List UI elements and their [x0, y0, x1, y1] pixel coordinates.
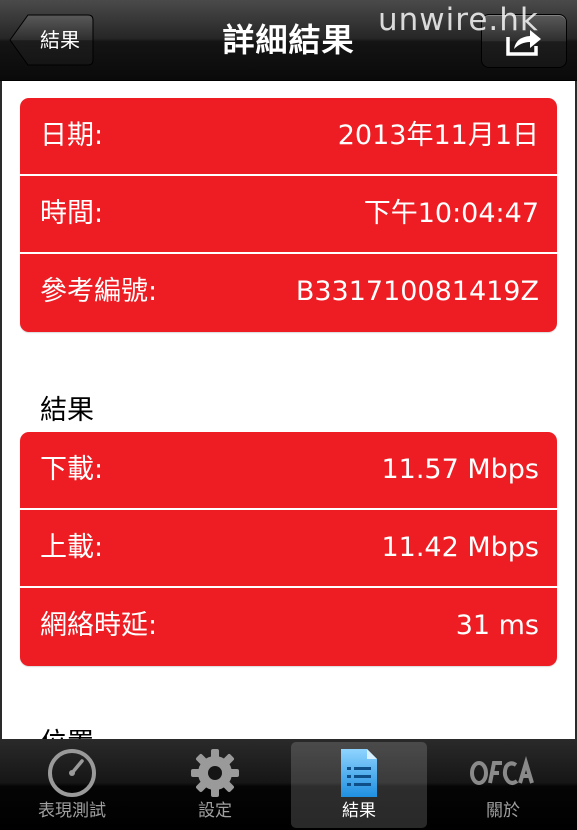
tab-label: 關於 — [486, 801, 520, 821]
date-row: 日期: 2013年11月1日 — [20, 98, 557, 176]
navigation-bar: 結果 詳細結果 unwire.hk — [0, 0, 577, 81]
results-group: 下載: 11.57 Mbps 上載: 11.42 Mbps 網絡時延: 31 m… — [20, 432, 557, 666]
tab-performance-test[interactable]: 表現測試 — [4, 739, 140, 830]
results-section-header: 結果 — [40, 395, 94, 426]
latency-value: 31 ms — [455, 610, 539, 641]
document-list-icon — [341, 749, 377, 797]
reference-label: 參考編號: — [40, 276, 158, 307]
date-label: 日期: — [40, 120, 104, 151]
time-row: 時間: 下午10:04:47 — [20, 176, 557, 254]
latency-row: 網絡時延: 31 ms — [20, 588, 557, 666]
upload-label: 上載: — [40, 532, 104, 563]
tab-label: 設定 — [198, 801, 232, 821]
location-section-header: 位置 — [40, 721, 94, 739]
upload-row: 上載: 11.42 Mbps — [20, 510, 557, 588]
time-label: 時間: — [40, 198, 104, 229]
gear-icon — [191, 749, 239, 797]
tab-results[interactable]: 結果 — [291, 739, 427, 830]
tab-label: 結果 — [342, 801, 376, 821]
content-area[interactable]: 日期: 2013年11月1日 時間: 下午10:04:47 參考編號: B331… — [0, 81, 577, 739]
tab-bar: 表現測試 設定 結果 關於 — [0, 739, 577, 830]
upload-value: 11.42 Mbps — [381, 532, 539, 563]
download-row: 下載: 11.57 Mbps — [20, 432, 557, 510]
watermark: unwire.hk — [378, 2, 539, 38]
reference-row: 參考編號: B331710081419Z — [20, 254, 557, 332]
ofca-logo-icon — [470, 756, 534, 785]
tab-label: 表現測試 — [38, 801, 106, 821]
info-group: 日期: 2013年11月1日 時間: 下午10:04:47 參考編號: B331… — [20, 98, 557, 332]
tab-about[interactable]: 關於 — [435, 739, 571, 830]
time-value: 下午10:04:47 — [363, 198, 539, 229]
speedometer-icon — [48, 749, 96, 797]
date-value: 2013年11月1日 — [337, 120, 539, 151]
download-label: 下載: — [40, 454, 104, 485]
reference-value: B331710081419Z — [295, 276, 539, 307]
download-value: 11.57 Mbps — [381, 454, 539, 485]
back-button-label: 結果 — [40, 28, 80, 52]
latency-label: 網絡時延: — [40, 610, 158, 641]
tab-settings[interactable]: 設定 — [147, 739, 283, 830]
back-button[interactable]: 結果 — [8, 14, 94, 66]
